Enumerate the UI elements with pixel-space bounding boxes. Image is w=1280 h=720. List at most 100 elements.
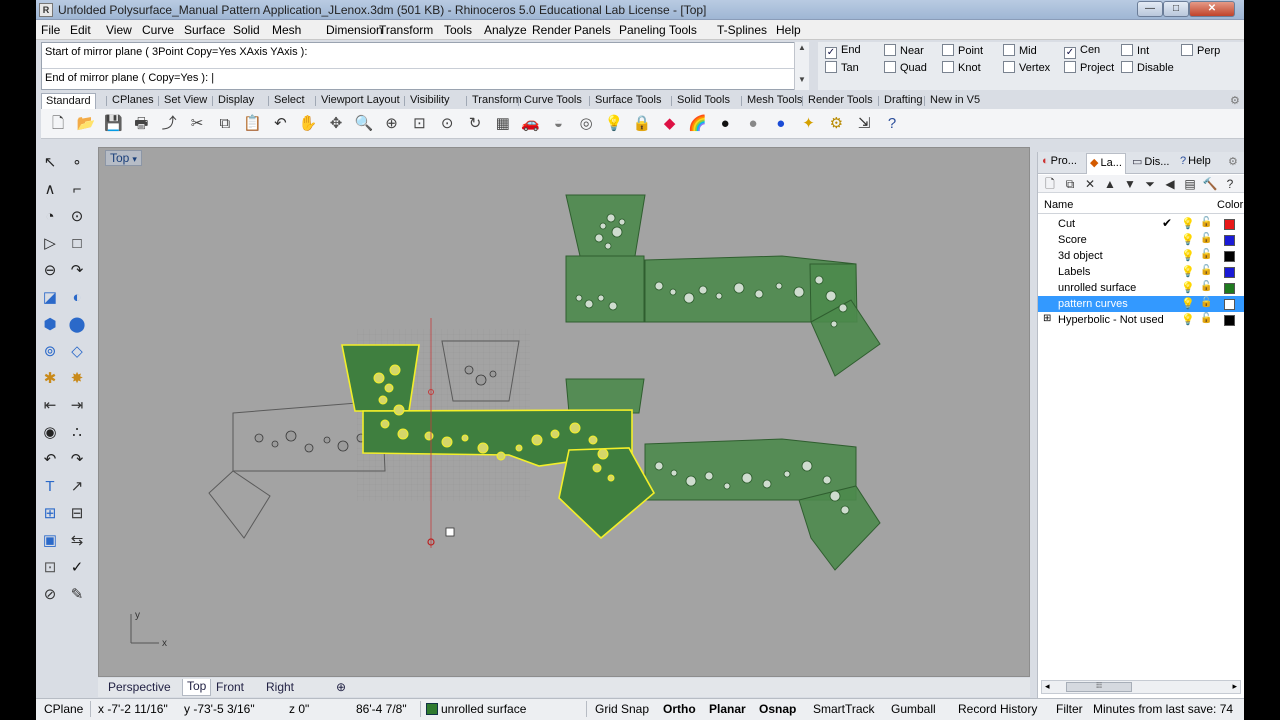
checkbox-icon[interactable]: ✓ [825,47,837,59]
menu-help[interactable]: Help [776,23,801,37]
arrow-icon[interactable]: ↗ [65,474,89,498]
osnap-quad[interactable]: Quad [884,61,927,74]
help-icon[interactable]: ? [881,112,903,134]
current-layer[interactable]: unrolled surface [426,702,526,716]
select-icon[interactable]: ↖ [38,150,62,174]
filter-button[interactable]: Filter [1056,702,1083,716]
panel-horizontal-scrollbar[interactable]: ◂ ⁞⁞⁞ ▸ [1041,680,1241,694]
panel-tab-display[interactable]: ▭ Dis... [1132,155,1169,168]
tab-select[interactable]: Select [270,93,309,109]
add-viewport-icon[interactable]: ⊕ [336,680,346,694]
checkbox-icon[interactable] [1003,44,1015,56]
gear-icon[interactable]: ⚙ [1226,93,1244,109]
menu-dimension[interactable]: Dimension [326,23,383,37]
curve-icon[interactable]: ↷ [65,258,89,282]
planar-toggle[interactable]: Planar [709,702,746,716]
smarttrack-toggle[interactable]: SmartTrack [813,702,875,716]
parent-icon[interactable]: ◀ [1162,176,1178,192]
split-icon[interactable]: ✸ [65,366,89,390]
minimize-button[interactable]: — [1137,1,1163,17]
cylinder-icon[interactable]: ⊚ [38,339,62,363]
layer-row[interactable]: Score 💡 🔓 [1038,232,1244,248]
osnap-mid[interactable]: Mid [1003,44,1037,57]
osnap-tan[interactable]: Tan [825,61,859,74]
menu-t-splines[interactable]: T-Splines [717,23,767,37]
print-icon[interactable]: 🖶 [130,112,152,134]
layer-color-swatch[interactable] [1224,299,1235,310]
tab-display[interactable]: Display [214,93,258,109]
car-icon[interactable]: 🚗 [520,112,542,134]
checkbox-icon[interactable] [825,61,837,73]
unlock-icon[interactable]: 🔓 [1200,217,1212,228]
close-button[interactable]: ✕ [1189,1,1235,17]
align-left-icon[interactable]: ⇤ [38,393,62,417]
layer-row[interactable]: pattern curves 💡 🔓 [1038,296,1244,312]
save-icon[interactable]: 💾 [103,112,125,134]
arc-icon[interactable]: ◔ [38,204,62,228]
checkbox-icon[interactable] [1121,44,1133,56]
move-up-icon[interactable]: ▲ [1102,176,1118,192]
menu-curve[interactable]: Curve [142,23,174,37]
mirror-icon[interactable]: ⇆ [65,528,89,552]
layer-color-swatch[interactable] [1224,267,1235,278]
osnap-int[interactable]: Int [1121,44,1149,57]
rotate-view-icon[interactable]: ↻ [464,112,486,134]
sweep-icon[interactable]: ↷ [65,447,89,471]
scroll-right-icon[interactable]: ▸ [1232,681,1237,692]
unlock-icon[interactable]: 🔓 [1200,281,1212,292]
ellipse-icon[interactable]: ⊖ [38,258,62,282]
tab-set-view[interactable]: Set View [160,93,211,109]
properties-icon[interactable]: ▤ [1182,176,1198,192]
tab-solid-tools[interactable]: Solid Tools [673,93,734,109]
layer-row[interactable]: unrolled surface 💡 🔓 [1038,280,1244,296]
pan-hand-icon[interactable]: ✋ [297,112,319,134]
tab-standard[interactable]: Standard [41,93,96,109]
unlock-icon[interactable]: 🔓 [1200,265,1212,276]
ortho-toggle[interactable]: Ortho [663,702,696,716]
gumball-toggle[interactable]: Gumball [891,702,936,716]
checkbox-icon[interactable] [1064,61,1076,73]
osnap-project[interactable]: Project [1064,61,1114,74]
layer-color-swatch[interactable] [1224,251,1235,262]
point-icon[interactable]: ∘ [65,150,89,174]
tab-visibility[interactable]: Visibility [406,93,454,109]
paste-icon[interactable]: 📋 [242,112,264,134]
layer-row[interactable]: Labels 💡 🔓 [1038,264,1244,280]
tab-cplanes[interactable]: CPlanes [108,93,158,109]
boolean-icon[interactable]: ◉ [38,420,62,444]
ungroup-icon[interactable]: ⊟ [65,501,89,525]
osnap-knot[interactable]: Knot [942,61,981,74]
gears-icon[interactable]: ⚙ [825,112,847,134]
command-area[interactable]: Start of mirror plane ( 3Point Copy=Yes … [41,42,809,90]
tools-icon[interactable]: 🔨 [1202,176,1218,192]
top-viewport[interactable]: y x Top ▾ [98,147,1030,677]
copy-icon[interactable]: ⧉ [214,112,236,134]
scroll-left-icon[interactable]: ◂ [1045,681,1050,692]
menu-render[interactable]: Render [532,23,571,37]
layer-color-swatch[interactable] [1224,219,1235,230]
checkbox-icon[interactable] [1181,44,1193,56]
osnap-end[interactable]: ✓ End [825,44,861,59]
checkbox-icon[interactable]: ✓ [1064,47,1076,59]
tab-surface-tools[interactable]: Surface Tools [591,93,665,109]
text-icon[interactable]: T [38,474,62,498]
cplane-icon[interactable]: ◎ [575,112,597,134]
scroll-up-icon[interactable]: ▲ [795,42,809,54]
gear-icon[interactable]: ⚙ [1228,155,1238,168]
column-color[interactable]: Color [1217,199,1243,211]
viewport-canvas[interactable]: y x [99,148,1030,677]
lightbulb-icon[interactable]: 💡 [1181,281,1195,294]
viewport-tab-perspective[interactable]: Perspective [108,680,171,694]
tab-curve-tools[interactable]: Curve Tools [520,93,586,109]
cut-icon[interactable]: ⊘ [38,582,62,606]
extrude-icon[interactable]: ◇ [65,339,89,363]
loft-icon[interactable]: ◐ [65,285,89,309]
undo-icon[interactable]: ↶ [269,112,291,134]
menu-surface[interactable]: Surface [184,23,225,37]
current-layer-check-icon[interactable]: ✔ [1162,216,1172,230]
lightbulb-icon[interactable]: 💡 [603,112,625,134]
layer-color-swatch[interactable] [1224,315,1235,326]
zoom-extents-icon[interactable]: ⊡ [408,112,430,134]
lightbulb-icon[interactable]: 💡 [1181,217,1195,230]
menu-panels[interactable]: Panels [574,23,611,37]
